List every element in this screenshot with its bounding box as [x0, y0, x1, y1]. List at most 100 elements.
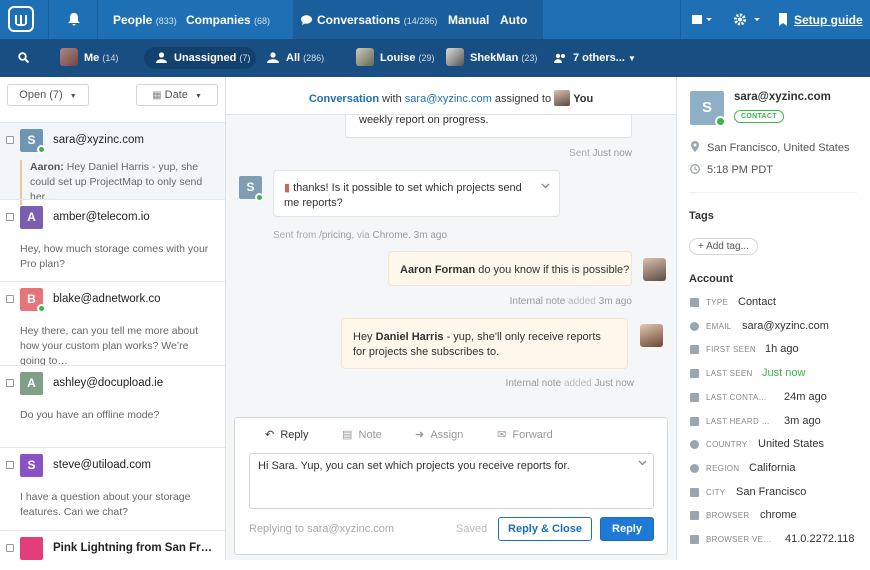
tab-assign[interactable]: ➜ Assign [415, 428, 463, 441]
subnav-louise[interactable]: Louise (29) [380, 52, 435, 64]
message-meta: Sent from /pricing, via Chrome. 3m ago [273, 230, 448, 241]
contact-email: steve@utiload.com [53, 459, 151, 471]
row-checkbox[interactable] [6, 544, 14, 552]
contact-badge: CONTACT [734, 110, 784, 123]
calendar-icon [690, 345, 699, 355]
email-icon [690, 321, 699, 331]
chevron-down-icon[interactable] [541, 183, 550, 189]
profile-localtime: 5:18 PM PDT [707, 164, 774, 176]
subnav-others-label: 7 others... [573, 52, 625, 64]
account-field-value: San Francisco [736, 485, 807, 498]
nav-people-count: (833) [155, 16, 177, 26]
calendar-icon [690, 416, 699, 426]
internal-note: Hey Daniel Harris - yup, she'll only rec… [341, 318, 628, 369]
account-field-value: chrome [760, 509, 797, 522]
users-icon [267, 52, 279, 63]
avatar [554, 90, 571, 106]
account-field-label: COUNTRY [706, 440, 748, 450]
nav-people[interactable]: People (833) [113, 13, 177, 27]
avatar [643, 258, 666, 281]
account-field-value: 3m ago [784, 414, 821, 427]
message-meta: Sent Just now [569, 148, 632, 159]
internal-note: Aaron Forman do you know if this is poss… [388, 251, 632, 286]
avatar [446, 48, 464, 66]
account-field-label: TYPE [706, 298, 729, 307]
profile-location: San Francisco, United States [707, 142, 850, 154]
add-tag-button[interactable]: + Add tag... [689, 238, 758, 255]
online-indicator [37, 145, 46, 154]
tab-note[interactable]: ▤ Note [342, 428, 382, 441]
subnav-others[interactable]: 7 others... ▼ [573, 52, 636, 64]
note-mention: Daniel Harris [375, 331, 444, 343]
conversation-preview: Hey, how much storage comes with your Pr… [20, 243, 209, 270]
box-icon[interactable] [692, 14, 712, 25]
sort-dropdown[interactable]: ▦ Date ▼ [136, 84, 218, 106]
subnav-louise-count: (29) [418, 53, 435, 63]
online-indicator [715, 116, 726, 127]
tab-reply[interactable]: ↶ Reply [265, 428, 308, 441]
subnav-shekman-count: (23) [521, 53, 538, 63]
assign-icon: ➜ [415, 429, 425, 441]
nav-auto[interactable]: Auto [500, 13, 527, 27]
avatar: S [20, 454, 43, 477]
account-heading: Account [689, 273, 733, 285]
saved-status: Saved [456, 523, 488, 535]
subnav-me-count: (14) [102, 53, 119, 63]
tags-heading: Tags [689, 210, 714, 222]
status-filter-dropdown[interactable]: Open (7) ▼ [7, 84, 89, 106]
bookmark-icon [779, 13, 787, 26]
account-field-label: LAST SEEN [706, 369, 753, 379]
contact-email: sara@xyzinc.com [53, 134, 144, 146]
subnav-shekman-label: ShekMan [470, 52, 519, 64]
chevron-down-icon[interactable] [638, 460, 647, 466]
row-checkbox[interactable] [6, 461, 14, 469]
subnav-me[interactable]: Me (14) [84, 52, 118, 64]
row-checkbox[interactable] [6, 136, 14, 144]
account-field-value: 41.0.2272.118 [785, 533, 855, 545]
tab-forward[interactable]: ✉ Forward [497, 428, 553, 441]
avatar [356, 48, 374, 66]
chevron-down-icon: ▼ [628, 54, 636, 63]
thumbs-up-icon: ▮ [284, 182, 291, 194]
subnav-all[interactable]: All (286) [286, 52, 324, 64]
setup-guide-link[interactable]: Setup guide [794, 13, 863, 27]
user-icon [156, 52, 167, 63]
row-checkbox[interactable] [6, 213, 14, 221]
conversation-preview: I have a question about your storage fea… [20, 491, 191, 518]
account-field-label: BROWSER VE… [706, 535, 772, 544]
nav-conversations-label: Conversations [317, 13, 401, 27]
nav-people-label: People [113, 13, 153, 27]
row-checkbox[interactable] [6, 295, 14, 303]
app-logo-icon[interactable] [8, 6, 34, 32]
gear-icon[interactable] [734, 13, 760, 26]
reply-textarea[interactable]: Hi Sara. Yup, you can set which projects… [249, 453, 654, 509]
online-indicator [255, 193, 264, 202]
account-field-label: REGION [706, 463, 740, 473]
subnav-shekman[interactable]: ShekMan (23) [470, 52, 537, 64]
subnav-unassigned[interactable]: Unassigned (7) [174, 52, 250, 64]
status-filter-label: Open (7) [19, 89, 63, 101]
row-checkbox[interactable] [6, 379, 14, 387]
group-icon [554, 53, 565, 63]
account-field-value: California [749, 461, 796, 474]
contact-email: blake@adnetwork.co [53, 293, 161, 305]
chat-icon [301, 15, 312, 25]
search-icon[interactable] [18, 52, 29, 63]
nav-conversations[interactable]: Conversations (14/286) [317, 13, 437, 27]
bell-icon[interactable] [68, 13, 80, 26]
nav-companies-label: Companies [186, 13, 251, 27]
globe-icon [690, 463, 699, 473]
profile-email: sara@xyzinc.com [734, 91, 831, 103]
replying-to: Replying to sara@xyzinc.com [249, 523, 395, 535]
reply-button[interactable]: Reply [600, 517, 654, 541]
conversation-email[interactable]: sara@xyzinc.com [405, 93, 492, 105]
contact-email: amber@telecom.io [53, 211, 150, 223]
note-icon: ▤ [342, 429, 353, 441]
nav-manual[interactable]: Manual [448, 13, 489, 27]
subnav-unassigned-label: Unassigned [174, 52, 237, 64]
nav-companies[interactable]: Companies (68) [186, 13, 270, 27]
assignee-name[interactable]: You [573, 93, 593, 105]
building-icon [690, 487, 699, 497]
account-field-value: United States [758, 438, 825, 451]
reply-close-button[interactable]: Reply & Close [498, 517, 592, 541]
